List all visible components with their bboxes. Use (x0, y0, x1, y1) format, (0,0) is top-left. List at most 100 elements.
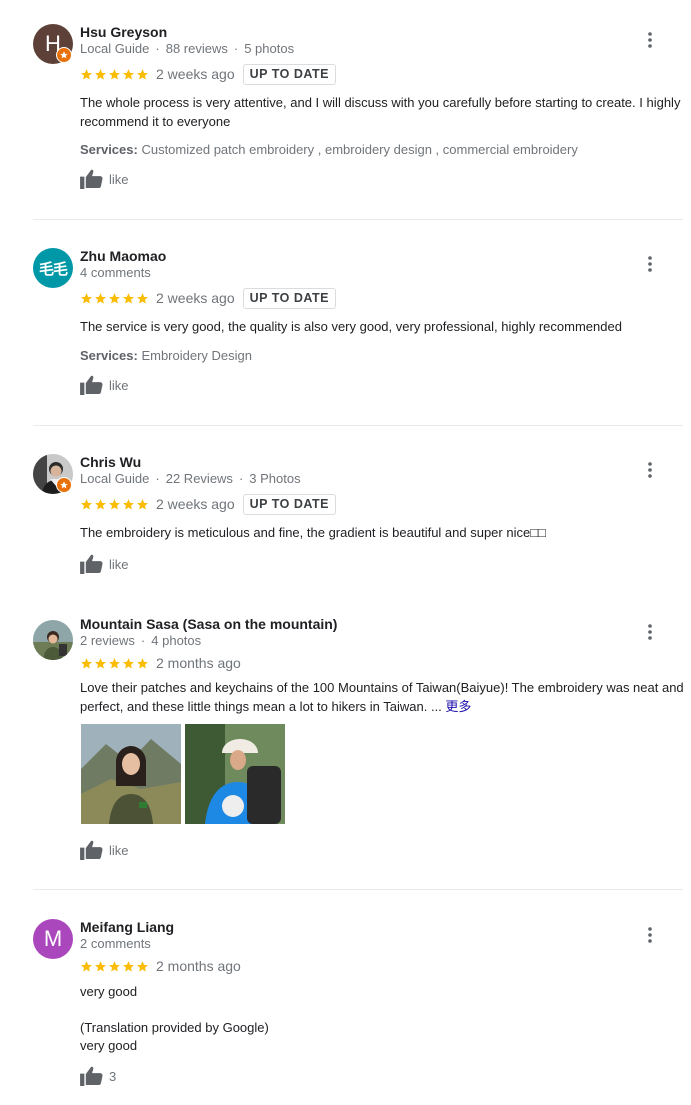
review-text: very good (80, 984, 138, 999)
reviewer-meta: 2 reviews · 4 photos (80, 633, 202, 648)
star-icon (94, 292, 107, 305)
thumbs-up-icon (80, 169, 103, 189)
star-icon (136, 68, 149, 81)
more-options-icon[interactable] (642, 924, 658, 946)
review-photo[interactable] (185, 724, 285, 824)
review-date: 2 months ago (156, 958, 241, 974)
star-icon (122, 292, 135, 305)
star-icon (80, 960, 93, 973)
review-card: 毛毛 Zhu Maomao 4 comments 2 weeks ago UP … (0, 220, 691, 426)
read-more-link[interactable]: 更多 (445, 699, 471, 714)
star-rating (80, 960, 149, 973)
star-icon (108, 960, 121, 973)
translation-note: (Translation provided by Google) (80, 1020, 269, 1035)
more-options-icon[interactable] (642, 253, 658, 275)
like-button[interactable]: like (80, 375, 129, 395)
like-label: like (109, 171, 129, 187)
local-guide-label: Local Guide (80, 471, 150, 486)
review-card: Chris Wu Local Guide · 22 Reviews · 3 Photos… (0, 426, 691, 596)
services-label: Services: (80, 348, 138, 363)
star-icon (136, 657, 149, 670)
review-date: 2 months ago (156, 655, 241, 671)
photo-count: 4 photos (151, 633, 202, 648)
review-photo[interactable] (81, 724, 181, 824)
reviewer-meta: 2 comments (80, 936, 151, 951)
star-rating (80, 657, 149, 670)
star-icon (108, 292, 121, 305)
review-text: The embroidery is meticulous and fine, t… (80, 525, 546, 540)
star-icon (94, 960, 107, 973)
rating-row: 2 weeks ago UP TO DATE (80, 63, 336, 85)
star-icon (94, 68, 107, 81)
local-guide-label: Local Guide (80, 41, 150, 56)
like-label: like (109, 556, 129, 572)
review-card: Mountain Sasa (Sasa on the mountain) 2 r… (0, 596, 691, 890)
star-icon (122, 498, 135, 511)
rating-row: 2 months ago (80, 652, 241, 674)
more-options-icon[interactable] (642, 459, 658, 481)
more-options-icon[interactable] (642, 621, 658, 643)
comment-count: 4 comments (80, 265, 151, 280)
up-to-date-badge: UP TO DATE (242, 493, 336, 515)
avatar[interactable] (33, 620, 73, 660)
photo-hiker-mountain (81, 724, 181, 824)
avatar[interactable]: 毛毛 (33, 248, 73, 288)
review-text: Love their patches and keychains of the … (80, 678, 685, 716)
thumbs-up-icon (80, 375, 103, 395)
star-icon (108, 657, 121, 670)
like-button[interactable]: like (80, 554, 129, 574)
star-icon (136, 960, 149, 973)
like-label: like (109, 377, 129, 393)
rating-row: 2 weeks ago UP TO DATE (80, 493, 336, 515)
star-icon (108, 498, 121, 511)
star-icon (136, 498, 149, 511)
reviewer-name[interactable]: Hsu Greyson (80, 24, 167, 40)
reviewer-meta: Local Guide · 22 Reviews · 3 Photos (80, 471, 301, 486)
services-line: Services: Customized patch embroidery , … (80, 142, 578, 157)
rating-row: 2 weeks ago UP TO DATE (80, 287, 336, 309)
review-date: 2 weeks ago (156, 496, 235, 512)
reviewer-name[interactable]: Meifang Liang (80, 919, 174, 935)
reviewer-name[interactable]: Mountain Sasa (Sasa on the mountain) (80, 616, 337, 632)
thumbs-up-icon (80, 1066, 103, 1086)
like-button[interactable]: like (80, 840, 129, 860)
local-guide-badge-icon (56, 47, 72, 63)
avatar[interactable]: M (33, 919, 73, 959)
reviewer-name[interactable]: Zhu Maomao (80, 248, 166, 264)
review-date: 2 weeks ago (156, 290, 235, 306)
star-icon (108, 68, 121, 81)
photo-count: 3 Photos (249, 471, 301, 486)
star-icon (80, 292, 93, 305)
like-button[interactable]: 3 (80, 1066, 116, 1086)
rating-row: 2 months ago (80, 955, 241, 977)
review-date: 2 weeks ago (156, 66, 235, 82)
star-icon (80, 498, 93, 511)
review-body: Love their patches and keychains of the … (80, 680, 684, 714)
star-icon (94, 657, 107, 670)
comment-count: 2 comments (80, 936, 151, 951)
reviewer-meta: Local Guide · 88 reviews · 5 photos (80, 41, 295, 56)
more-options-icon[interactable] (642, 29, 658, 51)
services-line: Services: Embroidery Design (80, 348, 252, 363)
like-button[interactable]: like (80, 169, 129, 189)
review-count: 22 Reviews (165, 471, 233, 486)
local-guide-badge-icon (56, 477, 72, 493)
star-icon (94, 498, 107, 511)
services-value: Customized patch embroidery , embroidery… (141, 142, 578, 157)
like-label: like (109, 842, 129, 858)
photo-count: 5 photos (244, 41, 295, 56)
services-value: Embroidery Design (141, 348, 252, 363)
review-text: The service is very good, the quality is… (80, 319, 622, 334)
reviewer-meta: 4 comments (80, 265, 151, 280)
star-icon (122, 960, 135, 973)
star-rating (80, 292, 149, 305)
photo-hiker-backpack (185, 724, 285, 824)
translated-text: very good (80, 1038, 138, 1053)
star-rating (80, 68, 149, 81)
review-card: H Hsu Greyson Local Guide · 88 reviews · 5 p… (0, 0, 691, 220)
like-count: 3 (109, 1068, 117, 1084)
review-text: The whole process is very attentive, and… (80, 95, 681, 129)
star-icon (80, 657, 93, 670)
star-rating (80, 498, 149, 511)
reviewer-name[interactable]: Chris Wu (80, 454, 141, 470)
